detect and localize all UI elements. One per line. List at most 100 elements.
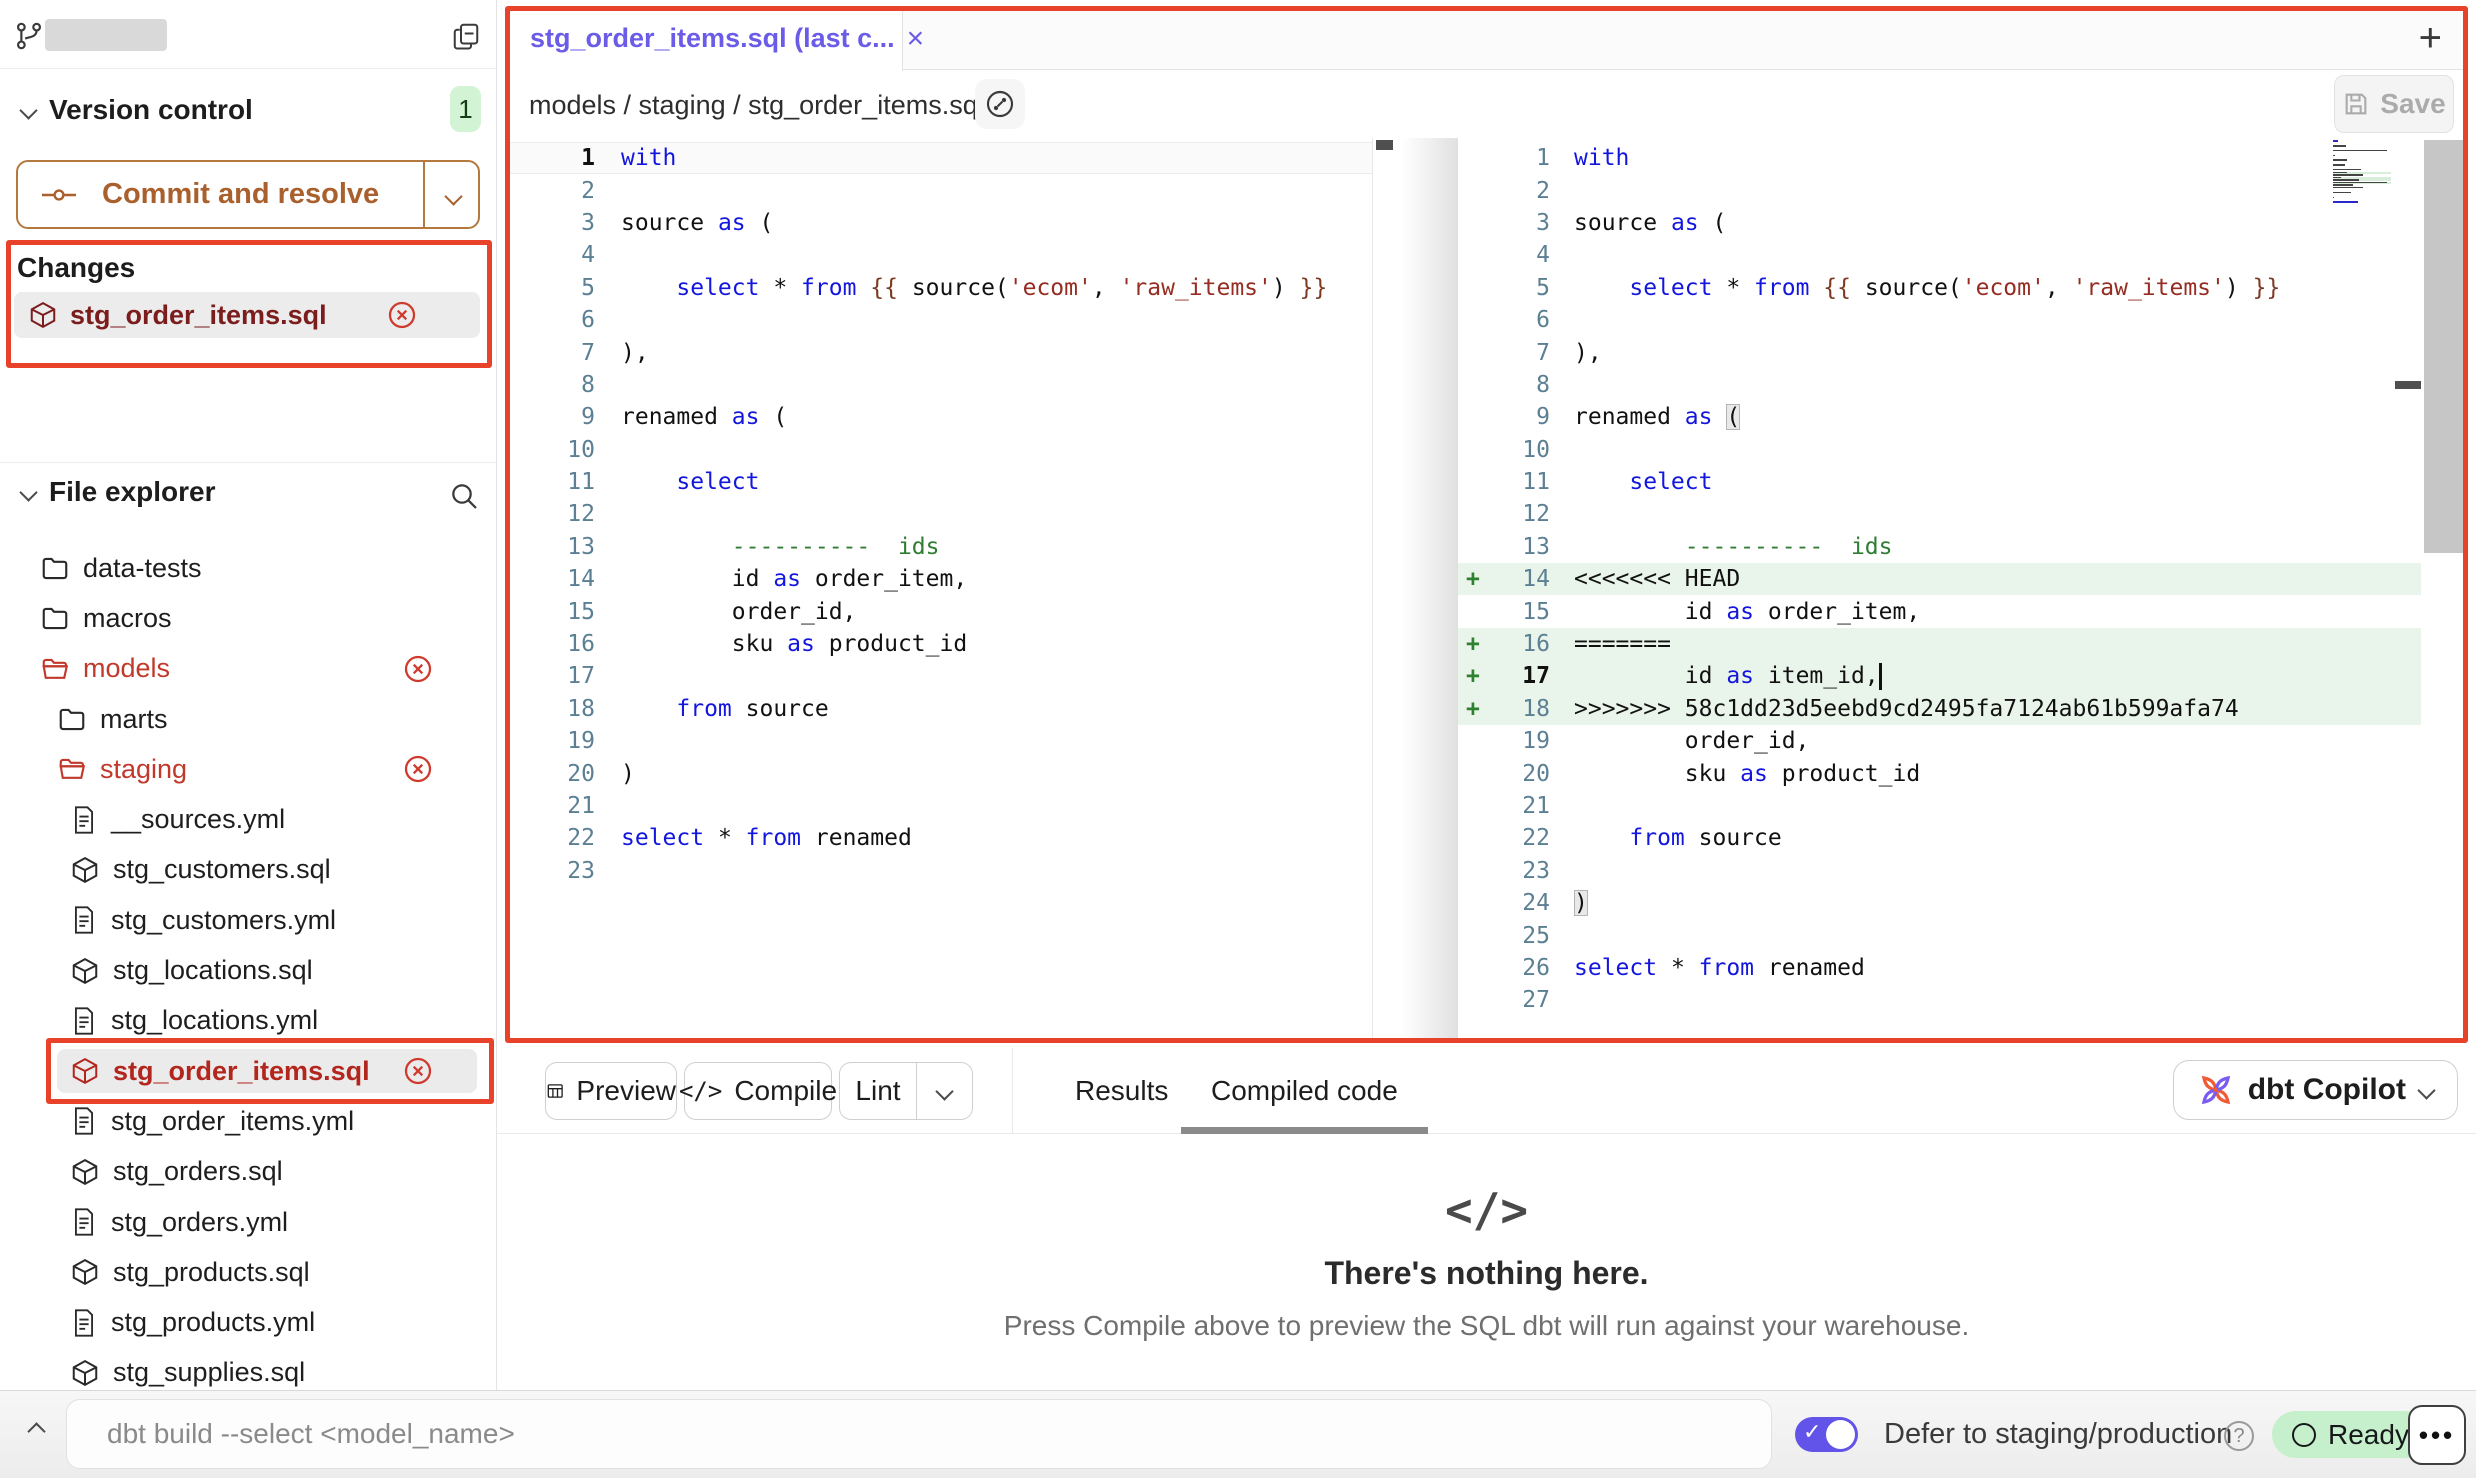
discard-x-circle-icon[interactable] xyxy=(386,299,418,331)
new-tab-plus-icon[interactable]: + xyxy=(2419,18,2442,58)
code-line[interactable]: 10 xyxy=(505,434,1372,466)
code-line[interactable]: 21 xyxy=(1458,790,2421,822)
code-line[interactable]: 11 select xyxy=(505,466,1372,498)
code-line[interactable]: 13 ---------- ids xyxy=(505,531,1372,563)
file-tree-item-staging[interactable]: staging xyxy=(0,744,496,794)
discard-x-circle-icon[interactable] xyxy=(402,1055,434,1087)
preview-button[interactable]: Preview xyxy=(545,1062,677,1120)
code-line[interactable]: 12 xyxy=(505,498,1372,530)
code-line[interactable]: 8 xyxy=(505,369,1372,401)
code-line[interactable]: 4 xyxy=(1458,239,2421,271)
code-line[interactable]: 2 xyxy=(505,174,1372,206)
code-line[interactable]: 11 select xyxy=(1458,466,2421,498)
file-tree-item-stg-order-items-yml[interactable]: stg_order_items.yml xyxy=(0,1096,496,1146)
code-line[interactable]: 5 select * from {{ source('ecom', 'raw_i… xyxy=(505,272,1372,304)
code-line[interactable]: 15 order_id, xyxy=(505,595,1372,627)
code-line[interactable]: +18>>>>>>> 58c1dd23d5eebd9cd2495fa7124ab… xyxy=(1458,693,2421,725)
lineage-button[interactable] xyxy=(975,79,1025,129)
code-line[interactable]: 18 from source xyxy=(505,693,1372,725)
code-line[interactable]: 20 sku as product_id xyxy=(1458,757,2421,789)
code-line[interactable]: 12 xyxy=(1458,498,2421,530)
tab-results[interactable]: Results xyxy=(1069,1048,1174,1134)
code-line[interactable]: 1with xyxy=(1458,142,2421,174)
file-tree-item-stg-order-items-sql[interactable]: stg_order_items.sql xyxy=(0,1046,496,1096)
file-tree-item-stg-products-yml[interactable]: stg_products.yml xyxy=(0,1297,496,1347)
file-tree-item-stg-orders-sql[interactable]: stg_orders.sql xyxy=(0,1147,496,1197)
tab-compiled-code[interactable]: Compiled code xyxy=(1205,1048,1404,1134)
right-pane-scrollbar[interactable] xyxy=(2421,138,2468,1043)
code-line[interactable]: 2 xyxy=(1458,174,2421,206)
minimap[interactable] xyxy=(2333,140,2391,200)
file-tree-item-stg-locations-sql[interactable]: stg_locations.sql xyxy=(0,945,496,995)
code-line[interactable]: 3source as ( xyxy=(1458,207,2421,239)
code-line[interactable]: 22select * from renamed xyxy=(505,822,1372,854)
left-pane-scrollbar[interactable] xyxy=(1372,138,1395,1043)
code-line[interactable]: 15 id as order_item, xyxy=(1458,595,2421,627)
code-line[interactable]: 9renamed as ( xyxy=(1458,401,2421,433)
code-line[interactable]: 17 xyxy=(505,660,1372,692)
code-line[interactable]: 20) xyxy=(505,757,1372,789)
scrollbar-thumb[interactable] xyxy=(1376,140,1393,150)
file-explorer-header[interactable]: File explorer xyxy=(0,466,496,518)
code-line[interactable]: 22 from source xyxy=(1458,822,2421,854)
code-line[interactable]: 9renamed as ( xyxy=(505,401,1372,433)
defer-toggle[interactable]: ✓ xyxy=(1795,1417,1858,1452)
code-line[interactable]: 7), xyxy=(505,336,1372,368)
code-line[interactable]: 25 xyxy=(1458,919,2421,951)
code-line[interactable]: 14 id as order_item, xyxy=(505,563,1372,595)
code-line[interactable]: 4 xyxy=(505,239,1372,271)
save-button[interactable]: Save xyxy=(2334,75,2454,133)
discard-x-circle-icon[interactable] xyxy=(402,653,434,685)
code-line[interactable]: 3source as ( xyxy=(505,207,1372,239)
code-line[interactable]: 6 xyxy=(1458,304,2421,336)
code-line[interactable]: +16======= xyxy=(1458,628,2421,660)
code-line[interactable]: 19 xyxy=(505,725,1372,757)
code-line[interactable]: +17 id as item_id, xyxy=(1458,660,2421,692)
tab-close-icon[interactable]: × xyxy=(907,24,925,54)
code-pane-right[interactable]: 1with23source as (45 select * from {{ so… xyxy=(1458,138,2421,1043)
changes-file-row[interactable]: stg_order_items.sql xyxy=(14,292,480,338)
file-tree-item-stg-locations-yml[interactable]: stg_locations.yml xyxy=(0,996,496,1046)
command-input[interactable]: dbt build --select <model_name> xyxy=(66,1399,1772,1469)
code-line[interactable]: 23 xyxy=(505,855,1372,887)
code-pane-left[interactable]: 1with23source as (45 select * from {{ so… xyxy=(505,138,1372,1043)
copy-icon[interactable] xyxy=(451,21,481,51)
dbt-copilot-button[interactable]: dbt Copilot xyxy=(2173,1060,2458,1120)
expand-command-panel-icon[interactable] xyxy=(27,1422,45,1440)
more-options-button[interactable]: ••• xyxy=(2408,1405,2466,1465)
commit-dropdown-chevron-icon[interactable] xyxy=(444,187,462,205)
file-tree-item-macros[interactable]: macros xyxy=(0,593,496,643)
code-line[interactable]: 16 sku as product_id xyxy=(505,628,1372,660)
commit-and-resolve-button[interactable]: Commit and resolve xyxy=(16,160,480,229)
code-line[interactable]: 19 order_id, xyxy=(1458,725,2421,757)
lint-button[interactable]: Lint xyxy=(840,1063,916,1119)
search-icon[interactable] xyxy=(448,480,480,512)
code-line[interactable]: 21 xyxy=(505,790,1372,822)
ready-status-badge[interactable]: Ready xyxy=(2272,1411,2429,1458)
code-line[interactable]: 6 xyxy=(505,304,1372,336)
code-line[interactable]: 26select * from renamed xyxy=(1458,952,2421,984)
file-tree-item-models[interactable]: models xyxy=(0,644,496,694)
file-tree-item-stg-orders-yml[interactable]: stg_orders.yml xyxy=(0,1197,496,1247)
discard-x-circle-icon[interactable] xyxy=(402,753,434,785)
file-tree-item-stg-products-sql[interactable]: stg_products.sql xyxy=(0,1247,496,1297)
file-tree-item-marts[interactable]: marts xyxy=(0,694,496,744)
code-line[interactable]: 24) xyxy=(1458,887,2421,919)
version-control-header[interactable]: Version control xyxy=(0,84,496,136)
code-line[interactable]: 27 xyxy=(1458,984,2421,1016)
code-line[interactable]: 5 select * from {{ source('ecom', 'raw_i… xyxy=(1458,272,2421,304)
help-icon[interactable]: ? xyxy=(2224,1421,2254,1451)
compile-button[interactable]: </> Compile xyxy=(684,1062,832,1120)
lint-dropdown[interactable] xyxy=(916,1063,972,1119)
code-line[interactable]: 1with xyxy=(505,142,1372,174)
scrollbar-thumb[interactable] xyxy=(2424,140,2466,553)
code-line[interactable]: 13 ---------- ids xyxy=(1458,531,2421,563)
code-line[interactable]: +14<<<<<<< HEAD xyxy=(1458,563,2421,595)
code-line[interactable]: 10 xyxy=(1458,434,2421,466)
file-tree-item-data-tests[interactable]: data-tests xyxy=(0,543,496,593)
code-line[interactable]: 7), xyxy=(1458,336,2421,368)
code-line[interactable]: 23 xyxy=(1458,855,2421,887)
code-line[interactable]: 8 xyxy=(1458,369,2421,401)
file-tree-item-stg-customers-sql[interactable]: stg_customers.sql xyxy=(0,845,496,895)
tab-stg-order-items[interactable]: stg_order_items.sql (last c... × xyxy=(507,6,903,71)
